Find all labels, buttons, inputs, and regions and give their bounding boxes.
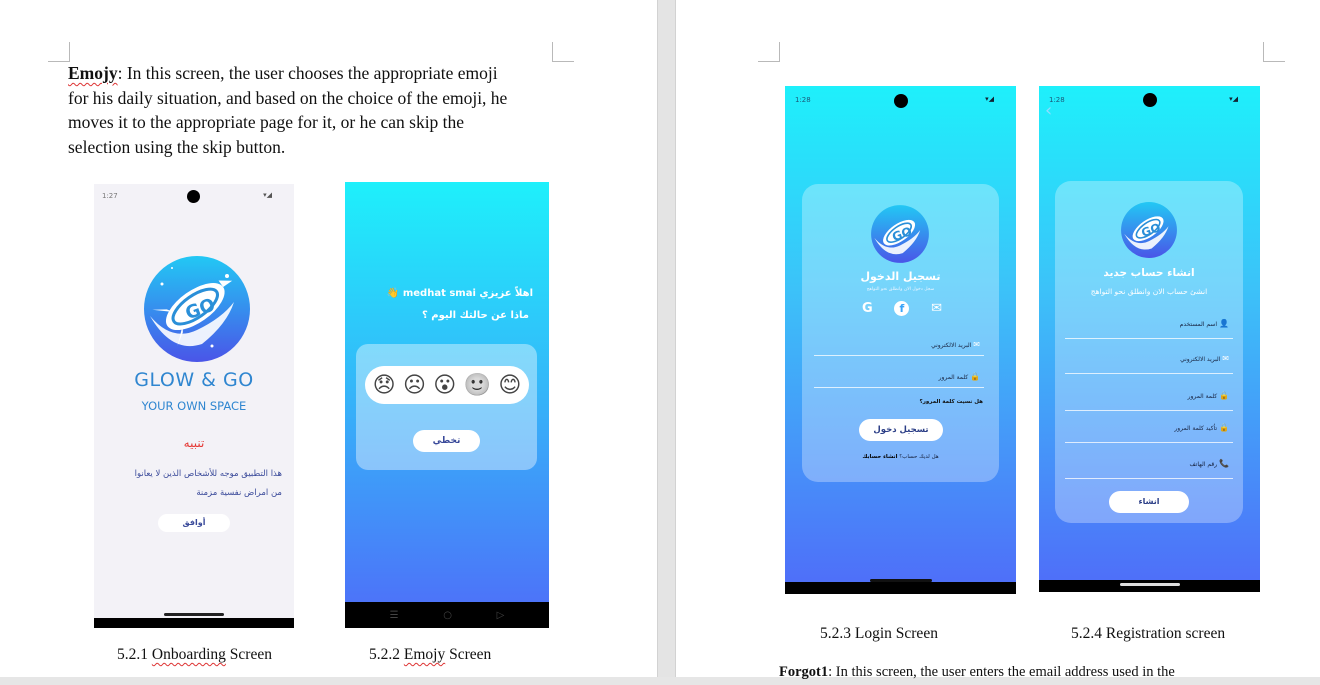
registration-screenshot: 1:28 ‹ ▾◢ GO انشاء حساب جديد انشئ حساب ا… (1039, 86, 1260, 592)
emojy-screenshot: اهلاً عزيزي medhat smai 👋 ماذا عن حالتك … (345, 182, 549, 628)
lock-icon: 🔒 (970, 372, 980, 381)
password-field[interactable]: 🔒 كلمة المرور (814, 364, 984, 388)
email-icon[interactable]: ✉ (931, 301, 942, 316)
onboarding-screenshot: 1:27 ▾◢ GO GLOW & GO YOUR OWN SPACE تنبي… (94, 184, 294, 628)
greeting-text: اهلاً عزيزي medhat smai 👋 (386, 288, 533, 299)
rocket-logo-icon: GO (144, 256, 250, 362)
paragraph-line: : In this screen, the user chooses the a… (117, 63, 498, 83)
brand-name: GLOW & GO (134, 369, 254, 391)
agree-button[interactable]: أوافق (158, 514, 230, 532)
email-field[interactable]: ✉ البريد الالكتروني (814, 334, 984, 356)
forgot-password-link[interactable]: هل نسيت كلمة المرور؟ (920, 399, 984, 405)
user-icon: 👤 (1219, 319, 1229, 328)
login-screenshot: 1:28 ▾◢ GO تسجيل الدخول سجل دخول الان وا… (785, 86, 1016, 594)
camera-hole (1143, 93, 1157, 107)
warning-text-line2: من امراض نفسية مزمنة (196, 488, 282, 498)
envelope-icon: ✉ (973, 340, 980, 349)
status-time: 1:28 (795, 96, 811, 104)
document-page-right: 1:28 ▾◢ GO تسجيل الدخول سجل دخول الان وا… (676, 0, 1320, 680)
login-card: GO تسجيل الدخول سجل دخول الان وانطلق نحو… (802, 184, 999, 482)
camera-hole (894, 94, 908, 108)
create-account-button[interactable]: انشاء (1109, 491, 1189, 513)
home-indicator (870, 579, 932, 582)
login-title: تسجيل الدخول (860, 270, 941, 283)
google-icon[interactable]: G (862, 301, 873, 316)
back-arrow-icon[interactable]: ‹ (1045, 100, 1052, 121)
registration-title: انشاء حساب جديد (1103, 267, 1195, 279)
status-icons: ▾◢ (985, 95, 994, 103)
confirm-password-field[interactable]: 🔒 تأكيد كلمة المرور (1065, 413, 1233, 443)
signup-row: هل لديك حساب؟ انشاء حسابك (862, 454, 939, 460)
home-indicator (164, 613, 224, 616)
bottom-nav-bar (785, 582, 1016, 594)
phone-field[interactable]: 📞 رقم الهاتف (1065, 449, 1233, 479)
menu-icon[interactable]: ☰ (390, 610, 399, 621)
emoji-card: 😞 ☹ 😮 🙂 😊 تخطي (356, 344, 537, 470)
android-nav-bar: ☰ ○ ▷ (345, 602, 549, 628)
rocket-logo-icon: GO (1121, 202, 1177, 258)
phone-icon: 📞 (1219, 459, 1229, 468)
crop-mark-top-left (48, 42, 70, 62)
page-gutter (657, 0, 676, 677)
password-field[interactable]: 🔒 كلمة المرور (1065, 381, 1233, 411)
emojy-caption: 5.2.2 Emojy Screen (369, 646, 492, 663)
skip-button[interactable]: تخطي (413, 430, 480, 452)
bottom-nav-bar (94, 618, 294, 628)
registration-caption: 5.2.4 Registration screen (1071, 625, 1226, 642)
paragraph-term: Emojy (68, 63, 118, 83)
home-indicator (1120, 583, 1180, 586)
facebook-icon[interactable]: f (894, 301, 910, 316)
paragraph-line: moves it to the appropriate page for it,… (68, 112, 465, 132)
face-emoji[interactable]: 😮 (433, 373, 456, 398)
warning-text-line1: هذا التطبيق موجه للأشخاص الذين لا يعانوا (134, 469, 282, 479)
lock-icon: 🔒 (1219, 423, 1229, 432)
crop-mark-top-right (552, 42, 574, 62)
question-text: ماذا عن حالتك اليوم ؟ (421, 310, 529, 321)
bottom-nav-bar (1039, 580, 1260, 592)
username-field[interactable]: 👤 اسم المستخدم (1065, 309, 1233, 339)
face-emoji[interactable]: ☹ (403, 373, 426, 398)
home-icon[interactable]: ○ (443, 610, 452, 621)
login-button[interactable]: تسجيل دخول (859, 419, 943, 441)
forgot-paragraph: Forgot1: In this screen, the user enters… (779, 664, 1175, 680)
camera-hole (187, 190, 200, 203)
back-icon[interactable]: ▷ (497, 610, 505, 621)
lock-icon: 🔒 (1219, 391, 1229, 400)
login-caption: 5.2.3 Login Screen (820, 625, 938, 642)
onboarding-caption: 5.2.1 Onboarding Screen (117, 646, 272, 663)
status-icons: ▾◢ (263, 191, 272, 199)
paragraph-line: for his daily situation, and based on th… (68, 87, 508, 108)
registration-subtitle: انشئ حساب الان وانطلق نحو التواهج (1090, 287, 1208, 296)
status-time: 1:27 (102, 192, 118, 200)
create-account-link[interactable]: انشاء حسابك (862, 454, 897, 460)
face-emoji[interactable]: 🙂 (464, 373, 491, 398)
crop-mark-top-right (1263, 42, 1285, 62)
face-emoji[interactable]: 😊 (498, 373, 521, 398)
brand-tagline: YOUR OWN SPACE (141, 399, 247, 413)
document-page-left: Emojy: In this screen, the user chooses … (0, 0, 657, 677)
rocket-logo-icon: GO (871, 205, 929, 263)
warning-title: تنبيه (183, 436, 205, 450)
emoji-row: 😞 ☹ 😮 🙂 😊 (365, 366, 529, 404)
envelope-icon: ✉ (1222, 354, 1229, 363)
crop-mark-top-left (758, 42, 780, 62)
login-subtitle: سجل دخول الان وانطلق نحو التواهج (866, 287, 935, 292)
paragraph-line: selection using the skip button. (68, 136, 286, 157)
face-emoji[interactable]: 😞 (373, 373, 396, 398)
emojy-paragraph: Emojy: In this screen, the user chooses … (68, 61, 558, 159)
status-icons: ▾◢ (1229, 95, 1238, 103)
social-login-row: G f ✉ (862, 301, 942, 316)
registration-card: GO انشاء حساب جديد انشئ حساب الان وانطلق… (1055, 181, 1243, 523)
email-field[interactable]: ✉ البريد الالكتروني (1065, 344, 1233, 374)
